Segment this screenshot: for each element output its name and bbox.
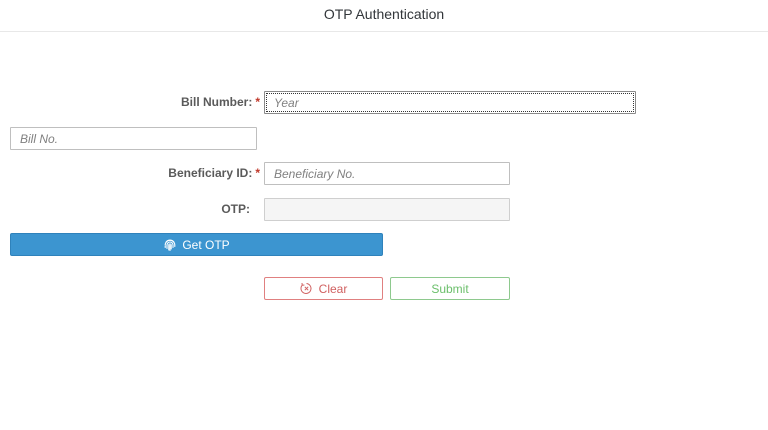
bill-number-label: Bill Number: — [180, 95, 253, 109]
otp-input — [264, 198, 510, 221]
get-otp-button[interactable]: Get OTP — [10, 233, 383, 256]
clear-label: Clear — [318, 281, 348, 296]
get-otp-label: Get OTP — [182, 237, 230, 252]
page-header: OTP Authentication — [0, 0, 768, 32]
otp-label-group: OTP: — [150, 202, 250, 216]
submit-button[interactable]: Submit — [390, 277, 510, 300]
bill-year-input[interactable] — [264, 91, 636, 114]
clear-button[interactable]: Clear — [264, 277, 383, 300]
required-marker: * — [255, 95, 260, 109]
beneficiary-id-input[interactable] — [264, 162, 510, 185]
submit-label: Submit — [431, 281, 469, 296]
page-title: OTP Authentication — [323, 6, 445, 22]
otp-label: OTP: — [221, 202, 250, 216]
bill-number-label-group: Bill Number: * — [120, 95, 260, 109]
beneficiary-id-label: Beneficiary ID: — [168, 166, 253, 180]
clear-circle-icon — [300, 282, 313, 295]
otp-authentication-page: OTP Authentication Bill Number:* Benefic… — [0, 0, 768, 430]
bill-no-input[interactable] — [10, 127, 257, 150]
required-marker: * — [255, 166, 260, 180]
fingerprint-icon — [163, 238, 177, 252]
beneficiary-id-label-group: Beneficiary ID: * — [100, 166, 260, 180]
